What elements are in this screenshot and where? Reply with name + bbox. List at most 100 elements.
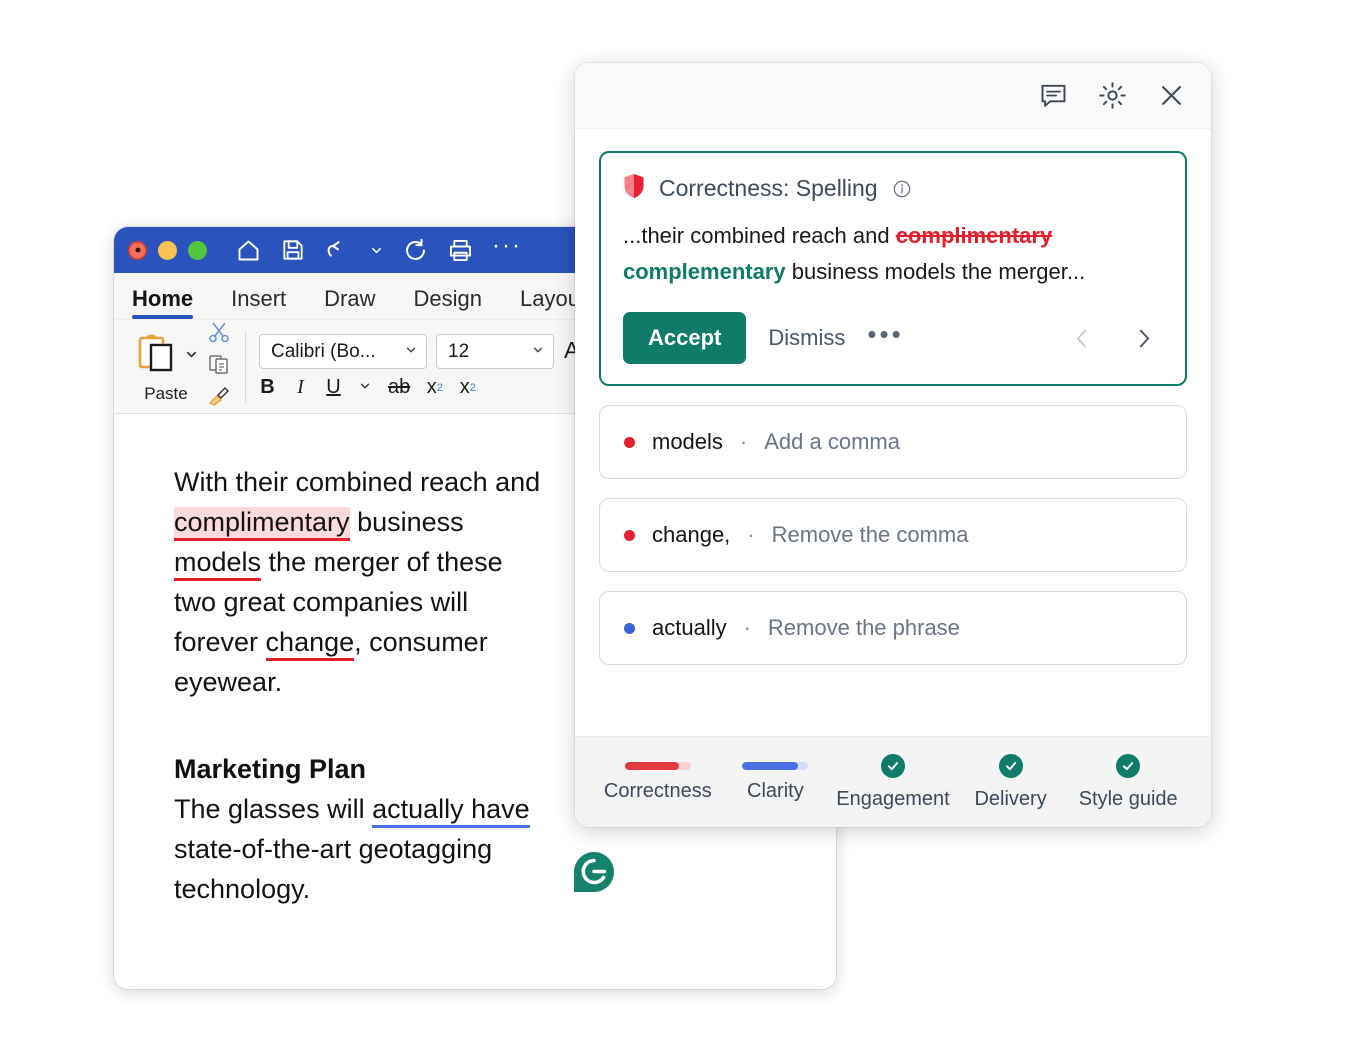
check-circle-icon bbox=[998, 753, 1023, 778]
footer-category-style-guide[interactable]: Style guide bbox=[1069, 753, 1187, 811]
underline-button[interactable]: U bbox=[325, 376, 342, 399]
active-suggestion-card: Correctness: Spelling ...their combined … bbox=[599, 151, 1187, 386]
comment-icon[interactable] bbox=[1038, 80, 1069, 111]
footer-category-label: Delivery bbox=[974, 787, 1047, 810]
accept-button[interactable]: Accept bbox=[623, 312, 747, 364]
superscript-button[interactable]: x2 bbox=[459, 376, 476, 399]
clarity-progress-bar bbox=[742, 761, 809, 770]
check-circle-icon bbox=[880, 753, 905, 778]
suggestion-separator: · bbox=[747, 522, 755, 547]
more-options-icon[interactable]: ··· bbox=[492, 233, 522, 260]
cut-scissors-icon[interactable] bbox=[206, 320, 232, 349]
clipboard-icon bbox=[133, 330, 181, 383]
screenshot-stage: ··· Home Insert Draw Design Layou Paste … bbox=[0, 0, 1346, 1042]
close-window-button[interactable] bbox=[128, 240, 147, 260]
card-title: Correctness: Spelling bbox=[659, 175, 878, 201]
tab-draw[interactable]: Draw bbox=[324, 286, 375, 319]
panel-body: Correctness: Spelling ...their combined … bbox=[575, 129, 1211, 736]
category-dot-icon bbox=[624, 529, 635, 541]
grammar-underline-change[interactable]: change bbox=[265, 627, 355, 661]
footer-category-correctness[interactable]: Correctness bbox=[599, 761, 717, 803]
suggestion-action: Remove the comma bbox=[771, 522, 969, 547]
info-icon[interactable] bbox=[892, 179, 912, 199]
suggestion-word: change, bbox=[652, 522, 731, 547]
strikethrough-button[interactable]: ab bbox=[388, 376, 410, 399]
card-actions: Accept Dismiss ••• bbox=[623, 312, 1163, 364]
sentence-suffix: business models the merger... bbox=[785, 259, 1086, 284]
paste-row bbox=[133, 330, 199, 383]
minimize-window-button[interactable] bbox=[158, 240, 177, 260]
redo-icon[interactable] bbox=[402, 237, 429, 264]
font-family-value: Calibri (Bo... bbox=[271, 340, 376, 362]
list-item[interactable]: models · Add a comma bbox=[599, 405, 1187, 479]
suggestion-action: Remove the phrase bbox=[767, 615, 960, 640]
dismiss-button[interactable]: Dismiss bbox=[768, 325, 845, 351]
bold-button[interactable]: B bbox=[259, 376, 276, 399]
print-icon[interactable] bbox=[447, 237, 474, 264]
font-row-top: Calibri (Bo... 12 A bbox=[259, 334, 593, 369]
spelling-error-word[interactable]: complimentary bbox=[174, 507, 350, 541]
category-dot-icon bbox=[624, 436, 635, 448]
font-size-value: 12 bbox=[448, 340, 470, 362]
ribbon-divider bbox=[245, 330, 246, 403]
suggestion-list: models · Add a comma change, · Remove th… bbox=[599, 405, 1187, 665]
footer-category-label: Style guide bbox=[1078, 787, 1178, 810]
sentence-prefix: ...their combined reach and bbox=[623, 223, 896, 248]
chevron-down-icon bbox=[531, 343, 545, 360]
para2-part1: The glasses will bbox=[174, 794, 373, 824]
close-icon[interactable] bbox=[1156, 80, 1187, 111]
format-painter-icon[interactable] bbox=[206, 384, 232, 413]
grammarly-logo-icon[interactable] bbox=[572, 850, 616, 894]
shield-icon bbox=[623, 173, 645, 204]
chevron-down-icon bbox=[404, 343, 418, 360]
tab-home[interactable]: Home bbox=[132, 286, 194, 319]
clarity-underline-actually-have[interactable]: actually have bbox=[372, 794, 530, 828]
home-icon[interactable] bbox=[235, 237, 262, 264]
gear-icon[interactable] bbox=[1097, 80, 1128, 111]
footer-category-label: Engagement bbox=[836, 787, 950, 810]
check-circle-icon bbox=[1116, 753, 1141, 778]
footer-category-clarity[interactable]: Clarity bbox=[717, 761, 835, 803]
suggestion-action: Add a comma bbox=[764, 429, 900, 454]
clipboard-tools-group bbox=[206, 320, 232, 413]
underline-dropdown-caret-icon[interactable] bbox=[358, 379, 372, 396]
italic-button[interactable]: I bbox=[292, 376, 309, 399]
paste-group[interactable]: Paste bbox=[128, 330, 204, 404]
footer-category-delivery[interactable]: Delivery bbox=[952, 753, 1070, 811]
list-item[interactable]: actually · Remove the phrase bbox=[599, 591, 1187, 665]
tab-insert[interactable]: Insert bbox=[231, 286, 286, 319]
para2-part2: state-of-the-art geotagging technology. bbox=[174, 834, 493, 904]
undo-dropdown-caret-icon[interactable] bbox=[369, 243, 384, 258]
panel-header bbox=[575, 63, 1211, 129]
subscript-button[interactable]: x2 bbox=[426, 376, 443, 399]
previous-suggestion-button[interactable] bbox=[1063, 326, 1102, 351]
suggestion-separator: · bbox=[739, 429, 748, 454]
paste-label: Paste bbox=[144, 383, 188, 403]
grammar-underline-models[interactable]: models bbox=[174, 547, 262, 581]
footer-category-engagement[interactable]: Engagement bbox=[834, 753, 952, 811]
maximize-window-button[interactable] bbox=[188, 240, 207, 260]
font-family-select[interactable]: Calibri (Bo... bbox=[259, 334, 427, 369]
tab-layout[interactable]: Layou bbox=[520, 286, 580, 319]
tab-design[interactable]: Design bbox=[414, 286, 482, 319]
font-group: Calibri (Bo... 12 A B I U ab x 2 x 2 bbox=[259, 334, 593, 399]
list-item[interactable]: change, · Remove the comma bbox=[599, 498, 1187, 572]
document-paragraph-1: With their combined reach and compliment… bbox=[174, 462, 546, 702]
grammarly-assistant-panel: Correctness: Spelling ...their combined … bbox=[575, 63, 1211, 827]
paste-dropdown-caret-icon[interactable] bbox=[184, 347, 199, 365]
more-options-button[interactable]: ••• bbox=[867, 321, 903, 347]
category-dot-icon bbox=[624, 622, 635, 634]
undo-icon[interactable] bbox=[324, 237, 351, 264]
footer-category-label: Correctness bbox=[603, 779, 712, 802]
card-title-row: Correctness: Spelling bbox=[623, 173, 1163, 204]
suggestion-word: models bbox=[652, 429, 723, 454]
document-paragraph-2: The glasses will actually have state-of-… bbox=[174, 789, 546, 909]
font-size-select[interactable]: 12 bbox=[436, 334, 554, 369]
para1-part2: business bbox=[349, 507, 464, 537]
suggestion-word: actually bbox=[652, 615, 727, 640]
save-icon[interactable] bbox=[280, 237, 306, 263]
sentence-suggested-word[interactable]: complementary bbox=[623, 259, 786, 284]
card-sentence: ...their combined reach and complimentar… bbox=[623, 218, 1163, 290]
copy-icon[interactable] bbox=[206, 352, 232, 381]
next-suggestion-button[interactable] bbox=[1124, 326, 1163, 351]
